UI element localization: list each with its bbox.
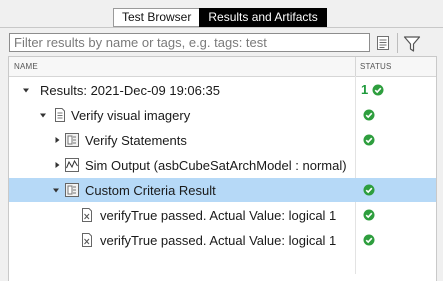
table-header: NAME STATUS <box>9 57 436 77</box>
results-root-row[interactable]: Results: 2021-Dec-09 19:06:35 1 <box>9 78 436 102</box>
filter-funnel-icon[interactable] <box>403 35 421 53</box>
pass-check-icon <box>363 134 375 146</box>
tab-divider <box>0 27 443 28</box>
tab-results-and-artifacts[interactable]: Results and Artifacts <box>199 8 327 27</box>
tab-bar: Test Browser Results and Artifacts <box>113 8 327 27</box>
passed-count: 1 <box>361 82 369 97</box>
tree-row-label: Verify visual imagery <box>71 108 191 123</box>
column-separator[interactable] <box>355 57 356 76</box>
pass-check-icon <box>372 84 384 96</box>
tree-row-test-suite[interactable]: Verify Statements <box>9 128 436 152</box>
diagnostic-icon <box>82 233 92 247</box>
pass-check-icon <box>363 184 375 196</box>
tree-row-diagnostic[interactable]: verifyTrue passed. Actual Value: logical… <box>9 228 436 252</box>
test-suite-icon <box>65 183 79 197</box>
pass-check-icon <box>363 109 375 121</box>
tree-row-diagnostic[interactable]: verifyTrue passed. Actual Value: logical… <box>9 203 436 227</box>
results-table: NAME STATUS Results: 2021-Dec-09 19:06:3… <box>8 56 437 281</box>
tab-test-browser[interactable]: Test Browser <box>113 8 200 27</box>
pass-check-icon <box>363 209 375 221</box>
test-file-icon <box>55 108 65 122</box>
signal-plot-icon <box>65 158 79 172</box>
chevron-down-icon[interactable] <box>52 186 60 194</box>
column-header-name: NAME <box>14 62 38 71</box>
tree-row-test-file[interactable]: Verify visual imagery <box>9 103 436 127</box>
filter-field[interactable] <box>9 33 370 52</box>
tree-row-label: verifyTrue passed. Actual Value: logical… <box>100 208 337 223</box>
tree-row-label: verifyTrue passed. Actual Value: logical… <box>100 233 337 248</box>
test-suite-icon <box>65 133 79 147</box>
chevron-right-icon[interactable] <box>53 136 61 144</box>
diagnostic-icon <box>82 208 92 222</box>
results-label: Results: 2021-Dec-09 19:06:35 <box>40 83 220 98</box>
tree-row-label: Verify Statements <box>85 133 187 148</box>
tree-row-custom-criteria[interactable]: Custom Criteria Result <box>9 178 436 202</box>
tree-row-label: Custom Criteria Result <box>85 183 216 198</box>
column-header-status: STATUS <box>360 62 392 71</box>
tree-row-label: Sim Output (asbCubeSatArchModel : normal… <box>85 158 347 173</box>
chevron-down-icon[interactable] <box>39 111 47 119</box>
chevron-down-icon[interactable] <box>22 86 30 94</box>
filter-input[interactable] <box>14 35 364 50</box>
pass-check-icon <box>363 234 375 246</box>
toolbar-separator <box>397 33 398 53</box>
chevron-right-icon[interactable] <box>53 161 61 169</box>
document-icon[interactable] <box>377 36 389 50</box>
tree-row-sim-output[interactable]: Sim Output (asbCubeSatArchModel : normal… <box>9 153 436 177</box>
